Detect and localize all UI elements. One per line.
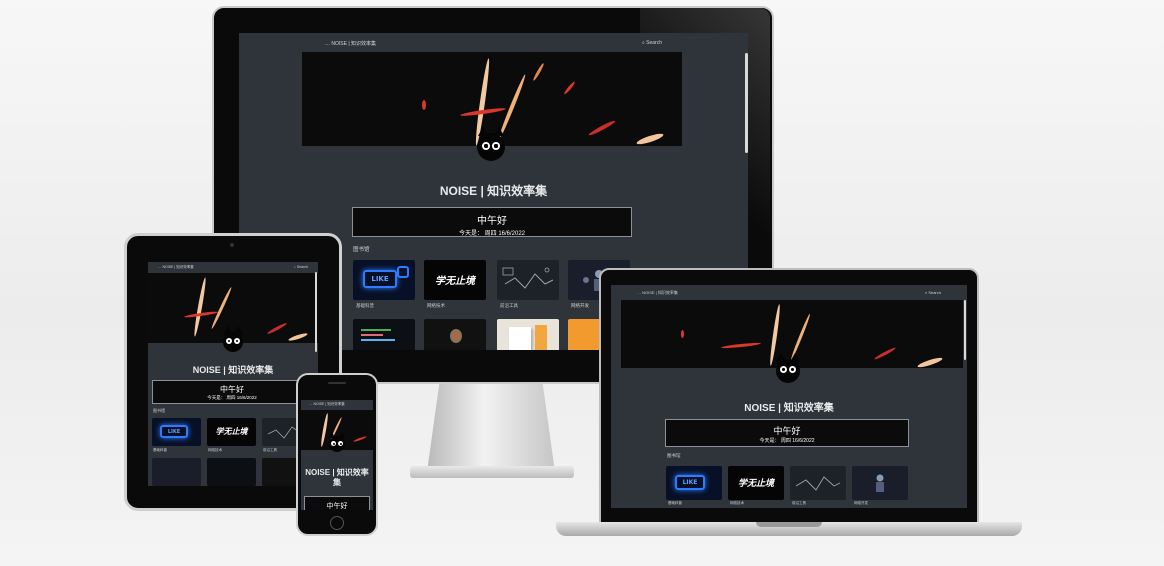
laptop-notch xyxy=(756,522,822,527)
monitor-base xyxy=(410,466,574,478)
laptop-card-4-label: 网络开发 xyxy=(854,501,868,505)
laptop-nav-title[interactable]: … NOISE | 知识效率集 xyxy=(637,290,678,296)
tablet-card-1-label: 基础科普 xyxy=(153,448,167,452)
phone-nav: … NOISE | 知识效率集 xyxy=(301,400,373,409)
section-label: 图书馆 xyxy=(353,247,370,253)
card-3[interactable] xyxy=(497,260,559,300)
tablet-card-3-label: 前沿工具 xyxy=(263,448,277,452)
laptop-date-text: 今天是： 周四 16/6/2022 xyxy=(759,438,815,444)
tablet-card-2-label: 网络技术 xyxy=(208,448,222,452)
phone-cat-mascot-icon xyxy=(329,432,345,452)
tablet-card-2[interactable]: 学无止境 xyxy=(207,418,256,446)
tablet-nav: … NOISE | 知识效率集 ⌕ Search xyxy=(148,262,318,272)
laptop-greeting-box: 中午好 今天是： 周四 16/6/2022 xyxy=(665,419,909,447)
tablet-card-1[interactable]: LIKE xyxy=(152,418,201,446)
card-2-label: 网络技术 xyxy=(427,303,445,308)
card-4-label: 网络开发 xyxy=(571,303,589,308)
laptop-card-3-label: 前沿工具 xyxy=(792,501,806,505)
tablet-greeting-box: 中午好 今天是： 周四 16/6/2022 xyxy=(152,380,312,404)
monitor-stand xyxy=(427,380,555,472)
hero-banner xyxy=(302,52,682,146)
laptop-site-title: NOISE | 知识效率集 xyxy=(744,403,834,414)
laptop-card-4[interactable] xyxy=(852,466,908,500)
laptop-cat-mascot-icon xyxy=(776,353,800,383)
laptop-card-1[interactable]: LIKE xyxy=(666,466,722,500)
phone-screen: … NOISE | 知识效率集 NOISE | 知识效率集 中午好 xyxy=(301,400,373,510)
phone-home-button[interactable] xyxy=(330,516,344,530)
laptop-chart-icon xyxy=(502,267,554,289)
phone-greeting-box: 中午好 xyxy=(304,496,370,510)
laptop-section-label: 图书馆 xyxy=(667,453,681,458)
tablet-date-text: 今天是： 周四 16/6/2022 xyxy=(207,395,257,400)
card-3-label: 前沿工具 xyxy=(500,303,518,308)
phone-speaker xyxy=(328,382,346,384)
laptop-screen: … NOISE | 知识效率集 ⌕ Search NOISE | 知识效率集 中… xyxy=(611,285,967,508)
card-2[interactable]: 学无止境 xyxy=(424,260,486,300)
cat-mascot-icon xyxy=(477,127,505,161)
laptop-search-button[interactable]: ⌕ Search xyxy=(925,290,941,295)
laptop-card-3[interactable] xyxy=(790,466,846,500)
scrollbar[interactable] xyxy=(745,53,748,153)
phone-site-title: NOISE | 知识效率集 xyxy=(305,468,369,487)
card-5[interactable] xyxy=(353,319,415,350)
laptop-card-2-label: 网络技术 xyxy=(730,501,744,505)
card-7[interactable] xyxy=(497,319,559,350)
tablet-cat-mascot-icon xyxy=(223,326,243,352)
tablet-search-button[interactable]: ⌕ Search xyxy=(294,265,308,269)
laptop-greeting-text: 中午好 xyxy=(773,426,801,436)
card-6[interactable] xyxy=(424,319,486,350)
tablet-site-title: NOISE | 知识效率集 xyxy=(192,365,274,375)
tablet-section-label: 图书馆 xyxy=(153,408,165,413)
tablet-card-5[interactable] xyxy=(207,458,256,486)
desktop-nav: … NOISE | 知识效率集 ⌕ Search xyxy=(239,33,748,53)
tablet-scrollbar[interactable] xyxy=(315,272,317,352)
laptop-card-2[interactable]: 学无止境 xyxy=(728,466,784,500)
phone-nav-title[interactable]: … NOISE | 知识效率集 xyxy=(309,402,345,407)
tablet-card-4[interactable] xyxy=(152,458,201,486)
card-1[interactable]: LIKE xyxy=(353,260,415,300)
date-text: 今天是： 周四 16/6/2022 xyxy=(458,231,526,237)
greeting-box: 中午好 今天是： 周四 16/6/2022 xyxy=(352,207,632,237)
card-1-label: 基础科普 xyxy=(356,303,374,308)
greeting-text: 中午好 xyxy=(477,216,507,227)
laptop-scrollbar[interactable] xyxy=(964,300,966,360)
site-title: NOISE | 知识效率集 xyxy=(439,184,548,198)
phone-greeting-text: 中午好 xyxy=(326,503,348,510)
search-button[interactable]: ⌕ Search xyxy=(642,40,662,46)
laptop-nav: … NOISE | 知识效率集 ⌕ Search xyxy=(611,285,967,300)
tablet-greeting-text: 中午好 xyxy=(220,385,244,394)
tablet-screen: … NOISE | 知识效率集 ⌕ Search NOISE | 知识效率集 中… xyxy=(148,262,318,486)
tablet-camera xyxy=(230,243,234,247)
laptop-card-1-label: 基础科普 xyxy=(668,501,682,505)
nav-title[interactable]: … NOISE | 知识效率集 xyxy=(325,40,376,47)
tablet-nav-title[interactable]: … NOISE | 知识效率集 xyxy=(158,265,194,270)
